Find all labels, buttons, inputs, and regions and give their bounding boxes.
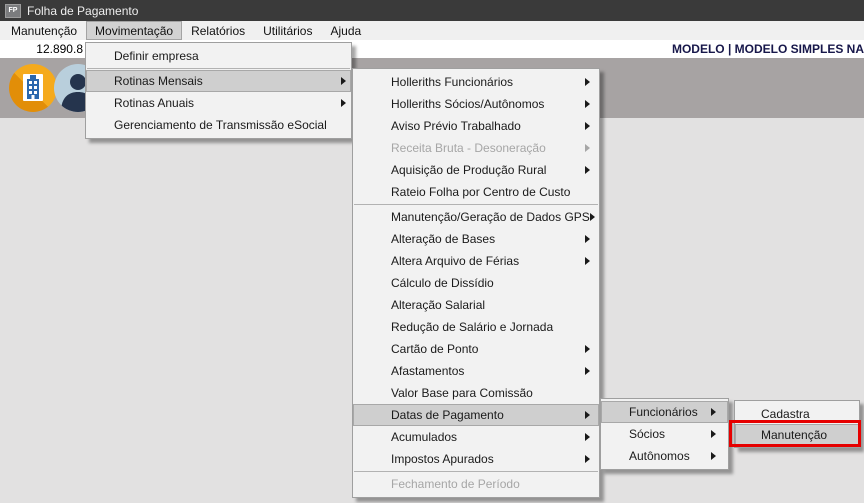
menu-item-label: Datas de Pagamento	[353, 408, 585, 422]
menu-item-rotinas-anuais[interactable]: Rotinas Anuais	[86, 92, 351, 114]
menu-item-label: Impostos Apurados	[353, 452, 585, 466]
company-building-icon[interactable]	[9, 64, 57, 112]
menu-item-label: Fechamento de Período	[353, 477, 599, 491]
menu-item-label: Holleriths Funcionários	[353, 75, 585, 89]
submenu-arrow-icon	[341, 77, 346, 85]
menu-item-receita-bruta[interactable]: Receita Bruta - Desoneração	[353, 137, 599, 159]
menu-item-rotinas-mensais[interactable]: Rotinas Mensais	[86, 70, 351, 92]
rotinas-mensais-menu: Holleriths Funcionários Holleriths Sócio…	[352, 68, 600, 498]
submenu-arrow-icon	[585, 122, 590, 130]
titlebar: FP Folha de Pagamento	[0, 0, 864, 21]
menu-separator	[87, 68, 350, 69]
menu-item-aviso-previo[interactable]: Aviso Prévio Trabalhado	[353, 115, 599, 137]
submenu-arrow-icon	[711, 452, 716, 460]
movimentacao-menu: Definir empresa Rotinas Mensais Rotinas …	[85, 42, 352, 139]
submenu-arrow-icon	[585, 433, 590, 441]
submenu-arrow-icon	[585, 345, 590, 353]
menu-item-cartao-de-ponto[interactable]: Cartão de Ponto	[353, 338, 599, 360]
submenu-arrow-icon	[585, 100, 590, 108]
menu-item-aquisicao-producao-rural[interactable]: Aquisição de Produção Rural	[353, 159, 599, 181]
submenu-arrow-icon	[585, 144, 590, 152]
menu-separator	[354, 204, 598, 205]
menu-item-label: Holleriths Sócios/Autônomos	[353, 97, 585, 111]
menu-item-label: Redução de Salário e Jornada	[353, 320, 599, 334]
menu-item-label: Afastamentos	[353, 364, 585, 378]
menu-item-afastamentos[interactable]: Afastamentos	[353, 360, 599, 382]
menubar-item-relatorios[interactable]: Relatórios	[182, 21, 254, 40]
menu-item-label: Alteração Salarial	[353, 298, 599, 312]
menubar-item-movimentacao[interactable]: Movimentação	[86, 21, 182, 40]
menu-item-fechamento-periodo[interactable]: Fechamento de Período	[353, 473, 599, 495]
menu-item-label: Rateio Folha por Centro de Custo	[353, 185, 599, 199]
menu-item-label: Acumulados	[353, 430, 585, 444]
menubar-item-utilitarios[interactable]: Utilitários	[254, 21, 321, 40]
menu-item-label: Cartão de Ponto	[353, 342, 585, 356]
submenu-arrow-icon	[341, 99, 346, 107]
building-glyph	[9, 64, 57, 112]
menu-item-holleriths-socios[interactable]: Holleriths Sócios/Autônomos	[353, 93, 599, 115]
menu-item-label: Rotinas Anuais	[86, 96, 341, 110]
funcionarios-menu: Cadastra Manutenção	[734, 400, 860, 448]
submenu-arrow-icon	[585, 411, 590, 419]
submenu-arrow-icon	[585, 235, 590, 243]
submenu-arrow-icon	[585, 78, 590, 86]
menu-item-label: Funcionários	[601, 405, 711, 419]
menu-item-label: Alteração de Bases	[353, 232, 585, 246]
menu-item-label: Receita Bruta - Desoneração	[353, 141, 585, 155]
menu-item-label: Aviso Prévio Trabalhado	[353, 119, 585, 133]
menu-item-manutencao[interactable]: Manutenção	[735, 424, 859, 445]
company-name: MODELO | MODELO SIMPLES NA	[672, 40, 864, 58]
menu-item-label: Manutenção/Geração de Dados GPS	[353, 210, 590, 224]
app-icon: FP	[5, 4, 21, 18]
submenu-arrow-icon	[585, 166, 590, 174]
menu-item-definir-empresa[interactable]: Definir empresa	[86, 45, 351, 67]
company-number: 12.890.8	[0, 40, 84, 58]
menu-separator	[354, 471, 598, 472]
menu-item-label: Rotinas Mensais	[86, 74, 341, 88]
menu-item-funcionarios[interactable]: Funcionários	[601, 401, 728, 423]
submenu-arrow-icon	[585, 455, 590, 463]
menu-item-label: Cadastra	[735, 407, 859, 421]
menu-item-label: Manutenção	[735, 428, 859, 442]
menu-item-label: Autônomos	[601, 449, 711, 463]
datas-de-pagamento-menu: Funcionários Sócios Autônomos	[600, 398, 729, 470]
menu-item-label: Gerenciamento de Transmissão eSocial	[86, 118, 351, 132]
menu-item-altera-arquivo-ferias[interactable]: Altera Arquivo de Férias	[353, 250, 599, 272]
menu-item-label: Aquisição de Produção Rural	[353, 163, 585, 177]
menu-item-alteracao-de-bases[interactable]: Alteração de Bases	[353, 228, 599, 250]
submenu-arrow-icon	[585, 367, 590, 375]
menu-item-label: Altera Arquivo de Férias	[353, 254, 585, 268]
menu-item-label: Sócios	[601, 427, 711, 441]
submenu-arrow-icon	[590, 213, 595, 221]
submenu-arrow-icon	[711, 408, 716, 416]
menubar-item-manutencao[interactable]: Manutenção	[2, 21, 86, 40]
menu-item-gerenciamento-esocial[interactable]: Gerenciamento de Transmissão eSocial	[86, 114, 351, 136]
menu-item-acumulados[interactable]: Acumulados	[353, 426, 599, 448]
menu-item-alteracao-salarial[interactable]: Alteração Salarial	[353, 294, 599, 316]
menu-item-autonomos[interactable]: Autônomos	[601, 445, 728, 467]
menu-item-dados-gps[interactable]: Manutenção/Geração de Dados GPS	[353, 206, 599, 228]
menu-item-impostos-apurados[interactable]: Impostos Apurados	[353, 448, 599, 470]
menu-item-valor-base-comissao[interactable]: Valor Base para Comissão	[353, 382, 599, 404]
menu-item-calculo-dissidio[interactable]: Cálculo de Dissídio	[353, 272, 599, 294]
menu-item-datas-de-pagamento[interactable]: Datas de Pagamento	[353, 404, 599, 426]
menu-item-cadastra[interactable]: Cadastra	[735, 403, 859, 424]
window-title: Folha de Pagamento	[27, 4, 138, 18]
submenu-arrow-icon	[711, 430, 716, 438]
menubar-item-ajuda[interactable]: Ajuda	[321, 21, 370, 40]
menu-item-reducao-salario[interactable]: Redução de Salário e Jornada	[353, 316, 599, 338]
menu-item-label: Definir empresa	[86, 49, 351, 63]
menu-item-rateio-folha[interactable]: Rateio Folha por Centro de Custo	[353, 181, 599, 203]
menu-item-holleriths-funcionarios[interactable]: Holleriths Funcionários	[353, 71, 599, 93]
menu-item-socios[interactable]: Sócios	[601, 423, 728, 445]
menubar: Manutenção Movimentação Relatórios Utili…	[0, 21, 864, 40]
menu-item-label: Valor Base para Comissão	[353, 386, 599, 400]
submenu-arrow-icon	[585, 257, 590, 265]
menu-item-label: Cálculo de Dissídio	[353, 276, 599, 290]
